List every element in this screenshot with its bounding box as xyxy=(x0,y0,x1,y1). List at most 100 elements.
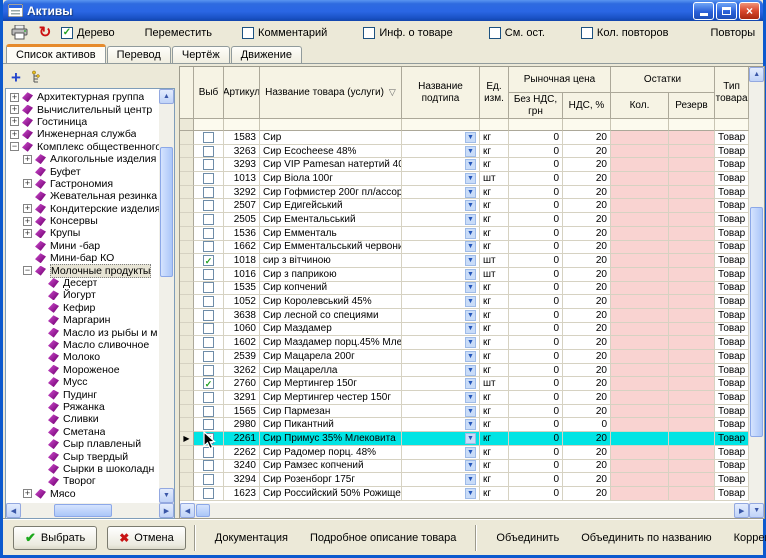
subtype-cell[interactable]: ▼ xyxy=(402,213,480,227)
subtype-dropdown-icon[interactable]: ▼ xyxy=(465,378,476,389)
select-cell[interactable] xyxy=(194,227,224,241)
table-row[interactable]: 2505Сир Ементальський▼кг020Товар xyxy=(180,213,749,227)
select-cell[interactable] xyxy=(194,295,224,309)
header-market-price[interactable]: Рыночная цена xyxy=(509,67,611,93)
tab-translation[interactable]: Перевод xyxy=(107,46,171,63)
select-cell[interactable] xyxy=(194,487,224,501)
repeats-button[interactable]: Повторы xyxy=(711,27,756,39)
subtype-cell[interactable]: ▼ xyxy=(402,446,480,460)
tree-item[interactable]: −Комплекс общественного xyxy=(6,141,159,153)
tree-scroll-right-icon[interactable]: ▶ xyxy=(159,503,174,518)
table-row[interactable]: 1052Сир Королевський 45%▼кг020Товар xyxy=(180,295,749,309)
tree-item[interactable]: Сметана xyxy=(6,426,159,438)
select-cell[interactable] xyxy=(194,213,224,227)
subtype-cell[interactable]: ▼ xyxy=(402,227,480,241)
select-cell[interactable] xyxy=(194,336,224,350)
tree-item[interactable]: +Инженерная служба xyxy=(6,128,159,140)
merge-button[interactable]: Объединить xyxy=(496,532,559,544)
expand-toggle-icon[interactable]: + xyxy=(10,105,19,114)
tree-item[interactable]: Мини-бар КО xyxy=(6,252,159,264)
table-row[interactable]: 1583Сир▼кг020Товар xyxy=(180,131,749,145)
subtype-dropdown-icon[interactable]: ▼ xyxy=(465,310,476,321)
subtype-dropdown-icon[interactable]: ▼ xyxy=(465,173,476,184)
tab-movement[interactable]: Движение xyxy=(231,46,302,63)
subtype-dropdown-icon[interactable]: ▼ xyxy=(465,132,476,143)
repeat-count-checkbox-icon[interactable]: ✓ xyxy=(581,27,593,39)
row-checkbox[interactable] xyxy=(203,365,214,376)
table-row[interactable]: ✓1018сир з вітчиною▼шт020Товар xyxy=(180,254,749,268)
select-cell[interactable] xyxy=(194,460,224,474)
print-button[interactable] xyxy=(9,24,29,41)
table-row[interactable]: 1623Сир Российский 50% Рожище▼кг020Товар xyxy=(180,487,749,501)
row-checkbox[interactable]: ✓ xyxy=(203,255,214,266)
subtype-dropdown-icon[interactable]: ▼ xyxy=(465,200,476,211)
row-checkbox[interactable] xyxy=(203,269,214,280)
subtype-cell[interactable]: ▼ xyxy=(402,309,480,323)
table-row[interactable]: ✓2760Сир Мертингер 150г▼шт020Товар xyxy=(180,377,749,391)
tree-horizontal-scrollbar[interactable]: ◀ ▶ xyxy=(6,503,174,518)
subtype-cell[interactable]: ▼ xyxy=(402,473,480,487)
tab-drawing[interactable]: Чертёж xyxy=(172,46,230,63)
expand-toggle-icon[interactable]: + xyxy=(23,155,32,164)
tree-scroll-up-icon[interactable]: ▲ xyxy=(159,89,174,104)
select-cell[interactable] xyxy=(194,309,224,323)
tree-item[interactable]: +Вычислительный центр xyxy=(6,103,159,115)
tree-item[interactable]: +Гастрономия xyxy=(6,178,159,190)
header-vat[interactable]: НДС, % xyxy=(563,93,611,119)
header-reserve[interactable]: Резерв xyxy=(669,93,715,119)
comment-checkbox-icon[interactable]: ✓ xyxy=(242,27,254,39)
subtype-cell[interactable]: ▼ xyxy=(402,487,480,501)
select-cell[interactable] xyxy=(194,446,224,460)
refresh-button[interactable]: ↻ xyxy=(35,24,55,41)
subtype-dropdown-icon[interactable]: ▼ xyxy=(465,419,476,430)
row-checkbox[interactable]: ✓ xyxy=(203,433,214,444)
select-cell[interactable] xyxy=(194,268,224,282)
subtype-cell[interactable]: ▼ xyxy=(402,254,480,268)
subtype-cell[interactable]: ▼ xyxy=(402,145,480,159)
subtype-cell[interactable]: ▼ xyxy=(402,172,480,186)
subtype-dropdown-icon[interactable]: ▼ xyxy=(465,406,476,417)
table-row[interactable]: 3294Сир Розенборг 175г▼кг020Товар xyxy=(180,473,749,487)
subtype-cell[interactable]: ▼ xyxy=(402,158,480,172)
subtype-cell[interactable]: ▼ xyxy=(402,405,480,419)
table-row[interactable]: 1565Сир Пармезан▼кг020Товар xyxy=(180,405,749,419)
header-name[interactable]: Название товара (услуги) ▽ xyxy=(260,67,402,119)
tree-scroll-down-icon[interactable]: ▼ xyxy=(159,488,174,503)
subtype-cell[interactable]: ▼ xyxy=(402,364,480,378)
subtype-dropdown-icon[interactable]: ▼ xyxy=(465,460,476,471)
select-cell[interactable] xyxy=(194,158,224,172)
subtype-dropdown-icon[interactable]: ▼ xyxy=(465,365,476,376)
table-row[interactable]: 3292Сир Гофмистер 200г пл/ассорти▼кг020Т… xyxy=(180,186,749,200)
tree-toggle-checkbox[interactable]: ✓ Дерево xyxy=(61,27,115,39)
table-row[interactable]: 3240Сир Рамзес копчений▼кг020Товар xyxy=(180,460,749,474)
tree-item[interactable]: Пудинг xyxy=(6,388,159,400)
tree-checkbox-icon[interactable]: ✓ xyxy=(61,27,73,39)
table-hscroll-thumb[interactable] xyxy=(196,504,210,517)
tree-item[interactable]: −Молочные продукты xyxy=(6,264,159,276)
expand-toggle-icon[interactable]: + xyxy=(23,489,32,498)
select-cell[interactable] xyxy=(194,186,224,200)
table-scroll-down-icon[interactable]: ▼ xyxy=(749,503,764,518)
select-cell[interactable] xyxy=(194,364,224,378)
tree-item[interactable]: Мусс xyxy=(6,376,159,388)
minimize-button[interactable] xyxy=(693,2,714,20)
tree-structure-icon[interactable] xyxy=(31,70,45,84)
header-price-no-vat[interactable]: Без НДС, грн xyxy=(509,93,563,119)
tree-item[interactable]: Десерт xyxy=(6,277,159,289)
maximize-button[interactable] xyxy=(716,2,737,20)
expand-toggle-icon[interactable]: + xyxy=(23,204,32,213)
close-button[interactable]: × xyxy=(739,2,760,20)
subtype-cell[interactable]: ▼ xyxy=(402,199,480,213)
header-article[interactable]: Артикул xyxy=(224,67,260,119)
select-cell[interactable] xyxy=(194,323,224,337)
subtype-cell[interactable]: ▼ xyxy=(402,186,480,200)
table-row[interactable]: 2980Сир Пикантний▼кг00Товар xyxy=(180,418,749,432)
tree-item[interactable]: Ряжанка xyxy=(6,401,159,413)
subtype-dropdown-icon[interactable]: ▼ xyxy=(465,187,476,198)
tree-item[interactable]: Кефир xyxy=(6,302,159,314)
subtype-dropdown-icon[interactable]: ▼ xyxy=(465,159,476,170)
row-checkbox[interactable] xyxy=(203,310,214,321)
row-checkbox[interactable] xyxy=(203,228,214,239)
expand-toggle-icon[interactable]: + xyxy=(23,179,32,188)
select-cell[interactable] xyxy=(194,473,224,487)
